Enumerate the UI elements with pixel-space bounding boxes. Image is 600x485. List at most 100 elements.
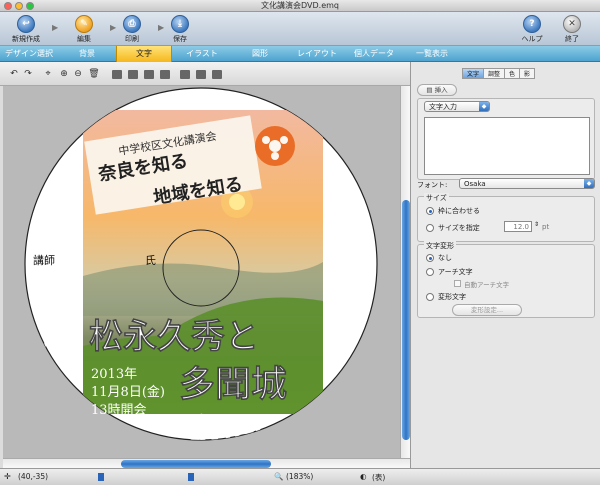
text-input-select[interactable]: 文字入力 ◆ [424,101,490,112]
auto-arch-checkbox[interactable] [454,280,461,287]
align-icon[interactable] [180,70,190,79]
help-button[interactable]: ? ヘルプ [512,15,552,45]
deform-settings-button[interactable]: 変形設定... [452,304,522,316]
front-flag-icon[interactable] [98,473,104,481]
help-icon: ? [523,15,541,33]
print-label: 印刷 [125,35,139,43]
transform-none-radio[interactable] [426,254,434,262]
font-label: フォント: [417,181,448,189]
quit-label: 終了 [565,35,579,43]
back-flag-icon[interactable] [188,473,194,481]
text-input-group: 文字入力 ◆ [417,98,595,180]
vertical-scrollbar[interactable] [400,86,410,458]
insert-label: 挿入 [434,86,448,94]
speaker-name-line-1[interactable]: 松永久秀と [89,317,260,358]
redo-icon[interactable]: ↷ [22,68,34,80]
bring-forward-icon[interactable] [128,70,138,79]
edit-button[interactable]: ✎ 編集 [64,15,104,45]
size-group: サイズ 枠に合わせる サイズを指定 12.0 ⇕ pt [417,193,595,242]
vertical-scroll-thumb[interactable] [402,200,410,440]
text-transform-group-label: 文字変形 [424,241,456,251]
chevron-down-icon: ◆ [584,179,594,188]
subtab-adjust[interactable]: 調整 [483,68,506,79]
trash-icon[interactable]: 🗑 [88,68,100,80]
panel-subtabs: 文字 調整 色 影 [462,68,536,79]
zoom-icon[interactable]: 🔍 [274,472,283,481]
horizontal-scroll-thumb[interactable] [121,460,271,468]
subtab-text[interactable]: 文字 [462,68,485,79]
arch-text-label: アーチ文字 [438,268,473,276]
bring-front-icon[interactable] [112,70,122,79]
save-label: 保存 [173,35,187,43]
fit-to-frame-radio[interactable] [426,207,434,215]
font-select[interactable]: Osaka ◆ [459,178,595,189]
chevron-down-icon: ◆ [479,102,489,111]
tab-layout[interactable]: レイアウト [288,46,346,62]
text-input-select-value: 文字入力 [429,103,457,111]
window-title: 文化講演会DVD.emq [261,1,339,10]
size-value-field[interactable]: 12.0 [504,221,532,232]
quit-button[interactable]: ✕ 終了 [552,15,592,45]
auto-arch-label: 自動アーチ文字 [464,281,510,289]
horizontal-scrollbar[interactable] [3,458,410,468]
deform-text-radio[interactable] [426,293,434,301]
size-unit-label: pt [542,223,550,231]
edit-icon: ✎ [75,15,93,33]
edit-toolbar: ↶ ↷ ⌖ ⊕ ⊖ 🗑 [0,62,410,86]
send-backward-icon[interactable] [144,70,154,79]
minimize-window-icon[interactable] [15,2,23,10]
specify-size-label: サイズを指定 [438,224,480,232]
disc-side-icon: ◐ [360,472,367,481]
design-canvas[interactable]: 松 多聞 中学校区文化講演会 奈良を知る 地域を知る 講師 氏 松永久秀と 多聞… [3,86,400,458]
deform-text-label: 変形文字 [438,293,466,301]
tab-list-view[interactable]: 一覧表示 [402,46,462,62]
honorific-label[interactable]: 氏 [145,254,156,267]
new-design-button[interactable]: ↩ 新規作成 [6,15,46,45]
lecturer-label[interactable]: 講師 [33,253,55,267]
arch-text-radio[interactable] [426,268,434,276]
text-transform-group: 文字変形 なし アーチ文字 自動アーチ文字 変形文字 変形設定... [417,241,595,318]
tab-personal-data[interactable]: 個人データ [346,46,402,62]
date-year[interactable]: 2013年 [91,367,137,382]
subtab-shadow[interactable]: 影 [519,68,536,79]
specify-size-radio[interactable] [426,224,434,232]
ungroup-icon[interactable] [212,70,222,79]
tab-background[interactable]: 背景 [58,46,116,62]
text-content-field[interactable] [424,117,590,175]
cursor-coordinates: (40,-35) [18,472,49,481]
tab-shapes[interactable]: 図形 [232,46,288,62]
save-button[interactable]: ⤓ 保存 [160,15,200,45]
group-icon[interactable] [196,70,206,79]
status-bar: ✛ (40,-35) 🔍 (183%) ◐ (表) [0,468,600,485]
tab-illustration[interactable]: イラスト [172,46,232,62]
edit-label: 編集 [77,35,91,43]
new-design-icon: ↩ [17,15,35,33]
main-toolbar: ↩ 新規作成 ▶ ✎ 編集 ▶ ⎙ 印刷 ▶ ⤓ 保存 ? ヘルプ ✕ 終了 [0,12,600,46]
undo-icon[interactable]: ↶ [8,68,20,80]
send-back-icon[interactable] [160,70,170,79]
insert-button[interactable]: ▤ 挿入 [417,84,457,96]
tab-text[interactable]: 文字 [116,46,172,62]
text-properties-panel: 文字 調整 色 影 ▤ 挿入 文字入力 ◆ フォント: Osaka ◆ サイズ … [410,62,600,468]
crest-emblem [255,126,295,166]
disc-side-indicator: (表) [372,473,386,482]
svg-text:多聞: 多聞 [183,411,263,458]
date-day[interactable]: 11月8日(金) [91,384,165,400]
print-icon: ⎙ [123,15,141,33]
zoom-window-icon[interactable] [26,2,34,10]
close-window-icon[interactable] [4,2,12,10]
zoom-out-icon[interactable]: ⊖ [72,68,84,80]
quit-icon: ✕ [563,15,581,33]
event-time[interactable]: 13時開会 [91,403,147,418]
zoom-level: (183%) [286,472,314,481]
speaker-name-line-2[interactable]: 多聞城 [179,363,288,406]
tab-design-select[interactable]: デザイン選択 [0,46,58,62]
function-tabs: デザイン選択 背景 文字 イラスト 図形 レイアウト 個人データ 一覧表示 [0,46,600,62]
disc-artwork[interactable]: 松 多聞 中学校区文化講演会 奈良を知る 地域を知る 講師 氏 松永久秀と 多聞… [3,86,400,458]
step-arrow-icon: ▶ [52,23,59,32]
select-tool-icon[interactable]: ⌖ [42,68,54,80]
zoom-in-icon[interactable]: ⊕ [58,68,70,80]
size-stepper-icon[interactable]: ⇕ [534,221,539,228]
print-button[interactable]: ⎙ 印刷 [112,15,152,45]
subtab-color[interactable]: 色 [504,68,521,79]
